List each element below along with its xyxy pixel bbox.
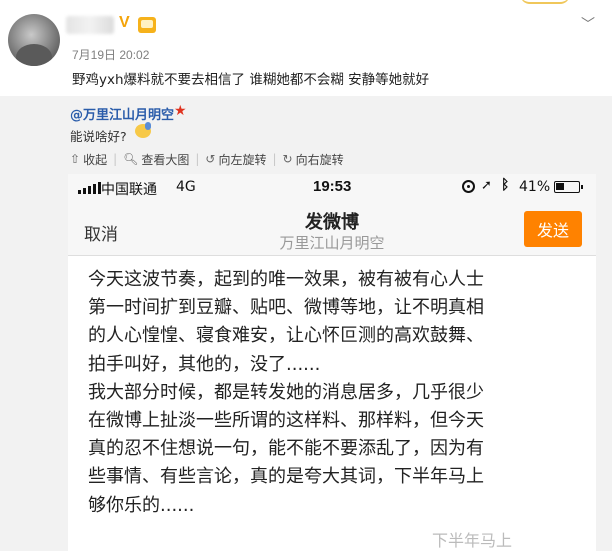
search-icon: 🔍︎ — [123, 152, 139, 166]
post-timestamp[interactable]: 7月19日 20:02 — [72, 46, 149, 63]
image-toolbar: ⇧ 收起 | 🔍︎ 查看大图 | ↺ 向左旋转 | ↻ 向右旋转 — [70, 150, 344, 168]
star-icon: ★ — [174, 103, 187, 119]
compose-line: 第一时间扩到豆瓣、贴吧、微博等地，让不明真相 — [88, 297, 484, 319]
view-large-button[interactable]: 🔍︎ 查看大图 — [123, 151, 189, 168]
bluetooth-icon: ᛒ — [501, 177, 510, 193]
rotate-right-button[interactable]: ↻ 向右旋转 — [283, 151, 344, 168]
username-blurred[interactable] — [66, 16, 114, 34]
location-icon: ➚ — [481, 178, 492, 193]
compose-line: 今天这波节奏，起到的唯一效果，被有被有心人士 — [88, 269, 484, 290]
orientation-lock-icon — [462, 180, 475, 193]
divider: | — [272, 152, 277, 166]
repost-card: @万里江山月明空 ★ 能说啥好? ⇧ 收起 | 🔍︎ 查看大图 | ↺ 向左旋转… — [0, 96, 612, 551]
compose-line: 真的忍不住想说一句，能不能不要添乱了，因为有 — [88, 438, 484, 460]
battery-icon — [554, 181, 583, 193]
compose-line: 些事情、有些言论，真的是夸大其词，下半年马上 — [88, 466, 484, 488]
collapse-button[interactable]: ⇧ 收起 — [70, 151, 107, 168]
repost-author-link[interactable]: @万里江山月明空 — [70, 104, 174, 123]
avatar[interactable] — [8, 14, 60, 66]
decor-arc — [520, 0, 570, 4]
compose-title: 发微博 — [305, 212, 359, 233]
compose-text-area[interactable]: 今天这波节奏，起到的唯一效果，被有被有心人士 第一时间扩到豆瓣、贴吧、微博等地，… — [88, 266, 588, 520]
send-button[interactable]: 发送 — [524, 211, 582, 247]
phone-screenshot-image[interactable]: 中国联通 4G 19:53 ➚ ᛒ 41% 取消 发微博 万里江山月明空 发送 … — [68, 174, 596, 551]
signal-icon — [78, 182, 101, 194]
battery-fill — [556, 183, 564, 190]
compose-line: 的人心惶惶、寝食难安，让心怀叵测的高欢鼓舞、 — [88, 325, 484, 347]
network-label: 4G — [176, 179, 196, 195]
rotate-left-icon: ↺ — [205, 152, 216, 166]
crown-icon — [138, 17, 156, 33]
status-time: 19:53 — [313, 178, 352, 195]
vip-badge-icon: V — [119, 14, 130, 31]
compose-line: 够你乐的...... — [88, 494, 195, 516]
divider: | — [195, 152, 200, 166]
weibo-post: V ﹀ 7月19日 20:02 野鸡yxh爆料就不要去相信了 谁糊她都不会糊 安… — [0, 0, 612, 96]
chevron-down-icon[interactable]: ﹀ — [581, 14, 595, 34]
rotate-left-button[interactable]: ↺ 向左旋转 — [205, 151, 266, 168]
emoji-icon — [135, 122, 151, 140]
phone-status-bar: 中国联通 4G 19:53 ➚ ᛒ 41% — [68, 174, 596, 200]
ghost-text: 下半年马上 — [432, 531, 513, 550]
compose-nav-bar: 取消 发微博 万里江山月明空 发送 — [68, 200, 596, 256]
view-large-label: 查看大图 — [141, 152, 190, 167]
carrier-label: 中国联通 — [101, 182, 157, 198]
repost-text: 能说啥好? — [70, 129, 127, 144]
divider: | — [113, 152, 118, 166]
collapse-icon: ⇧ — [70, 152, 81, 166]
post-text: 野鸡yxh爆料就不要去相信了 谁糊她都不会糊 安静等她就好 — [72, 72, 430, 88]
compose-line: 我大部分时候，都是转发她的消息居多，几乎很少 — [88, 381, 484, 403]
rotate-right-label: 向右旋转 — [295, 152, 344, 167]
compose-line: 拍手叫好，其他的，没了...... — [88, 353, 321, 375]
rotate-left-label: 向左旋转 — [218, 152, 267, 167]
battery-percent: 41% — [519, 179, 551, 195]
compose-account-name: 万里江山月明空 — [279, 234, 385, 252]
rotate-right-icon: ↻ — [282, 152, 293, 166]
collapse-label: 收起 — [83, 152, 108, 167]
compose-line: 在微博上扯淡一些所谓的这样料、那样料，但今天 — [88, 410, 484, 432]
